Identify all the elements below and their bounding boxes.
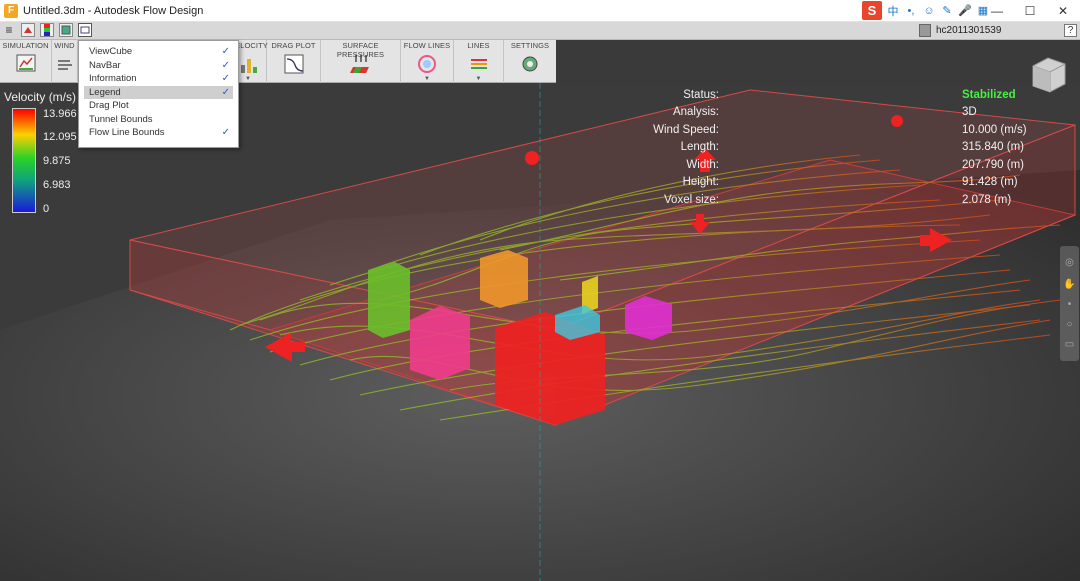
user-name[interactable]: hc2011301539 <box>936 25 1001 36</box>
building-green <box>368 262 410 338</box>
building-pink <box>410 306 470 380</box>
minimize-button[interactable]: — <box>980 0 1014 22</box>
wind-icon <box>57 60 72 70</box>
view-options-menu: ViewCube ✓ NavBar ✓ Information ✓ Legend ✓ D… <box>78 40 239 148</box>
legend-toggle-icon[interactable] <box>40 23 54 37</box>
ribbon-drag-plot[interactable]: DRAG PLOT <box>267 40 321 83</box>
navbar: ◎ ✋ • ○ ▭ <box>1060 246 1079 361</box>
ribbon-label: SIMULATION <box>2 41 49 50</box>
ime-voice-icon[interactable]: 🎤 <box>958 4 972 18</box>
ribbon-label: WIND <box>54 41 75 50</box>
view-options-icon[interactable] <box>78 23 92 37</box>
check-icon: ✓ <box>221 46 230 57</box>
chevron-down-icon: ▼ <box>475 76 482 82</box>
check-icon: ✓ <box>221 59 230 71</box>
wind-tunnel-scene <box>0 83 1080 581</box>
viewcube-icon[interactable] <box>1025 50 1071 96</box>
velocity-icon <box>241 59 257 73</box>
legend-value-max: 13.966 <box>43 108 77 120</box>
menu-item-flow-line-bounds[interactable]: Flow Line Bounds ✓ <box>79 126 238 140</box>
menu-item-viewcube[interactable]: ViewCube ✓ <box>79 45 238 59</box>
ribbon-flow-lines[interactable]: FLOW LINES ▼ <box>401 40 454 83</box>
arrow-back-handle[interactable] <box>525 151 539 165</box>
lines-icon <box>470 59 487 69</box>
check-icon: ✓ <box>221 86 230 98</box>
menu-item-tunnel-bounds[interactable]: Tunnel Bounds <box>79 113 238 127</box>
menu-item-legend[interactable]: Legend ✓ <box>84 85 233 99</box>
title-bar: F Untitled.3dm - Autodesk Flow Design S … <box>0 0 1080 22</box>
ime-chinese-mode-icon[interactable]: 中 <box>886 4 900 18</box>
check-icon: ✓ <box>221 73 230 84</box>
ribbon-label: LINES <box>467 41 490 50</box>
status-badge: Stabilized <box>962 89 1016 101</box>
flow-lines-icon <box>418 55 436 73</box>
simulation-icon <box>16 54 35 72</box>
show-dropdown-icon[interactable] <box>21 23 35 37</box>
legend-value-min: 0 <box>43 203 50 215</box>
building-magenta <box>625 296 672 340</box>
check-icon: ✓ <box>221 127 230 138</box>
legend-value: 6.983 <box>43 179 71 191</box>
drag-plot-icon <box>284 54 303 74</box>
display-options-icon[interactable] <box>59 23 73 37</box>
velocity-color-scale <box>12 108 36 213</box>
menu-item-drag-plot[interactable]: Drag Plot <box>79 99 238 113</box>
settings-icon <box>522 56 538 72</box>
zoom-icon[interactable]: • <box>1063 298 1076 311</box>
ribbon-settings[interactable]: SETTINGS <box>504 40 556 83</box>
main-menu-icon[interactable]: ≡ <box>2 23 16 37</box>
ribbon-label: SETTINGS <box>510 41 550 50</box>
app-toolbar: ≡ hc2011301539 ? <box>0 22 1080 40</box>
chevron-down-icon: ▼ <box>245 76 251 82</box>
app-logo-icon: F <box>4 3 18 18</box>
help-button[interactable]: ? <box>1064 24 1077 37</box>
ime-punctuation-icon[interactable]: •, <box>904 4 918 18</box>
arrow-front-handle[interactable] <box>891 115 903 127</box>
menu-item-information[interactable]: Information ✓ <box>79 72 238 86</box>
menu-item-navbar[interactable]: NavBar ✓ <box>79 59 238 73</box>
orbit-icon[interactable]: ○ <box>1063 318 1076 331</box>
window-title: Untitled.3dm - Autodesk Flow Design <box>23 4 204 17</box>
ribbon-wind[interactable]: WIND <box>52 40 78 83</box>
sogou-ime-icon[interactable]: S <box>862 1 882 20</box>
ribbon-simulation[interactable]: SIMULATION <box>0 40 52 83</box>
ribbon-surface-pressures[interactable]: SURFACE PRESSURES <box>321 40 401 83</box>
chevron-down-icon: ▼ <box>424 76 430 82</box>
pan-hand-icon[interactable]: ✋ <box>1063 278 1076 291</box>
building-orange <box>480 250 528 308</box>
legend-value: 12.095 <box>43 131 77 143</box>
maximize-button[interactable]: ☐ <box>1013 0 1047 22</box>
close-button[interactable]: ✕ <box>1046 0 1080 22</box>
steering-wheel-icon[interactable]: ◎ <box>1063 256 1076 269</box>
surface-pressures-icon <box>349 55 369 73</box>
ribbon-lines[interactable]: LINES ▼ <box>454 40 504 83</box>
ribbon-label: DRAG PLOT <box>271 41 316 50</box>
legend-title: Velocity (m/s) <box>4 90 77 104</box>
ime-toolbar: S 中 •, ☺ ✎ 🎤 ▦ <box>862 1 990 20</box>
legend-value: 9.875 <box>43 155 71 167</box>
avatar[interactable] <box>919 24 931 37</box>
ime-handwrite-icon[interactable]: ✎ <box>940 4 954 18</box>
ribbon-label: FLOW LINES <box>403 41 451 50</box>
look-icon[interactable]: ▭ <box>1063 338 1076 351</box>
3d-viewport[interactable] <box>0 83 1080 581</box>
ime-emoji-icon[interactable]: ☺ <box>922 4 936 18</box>
